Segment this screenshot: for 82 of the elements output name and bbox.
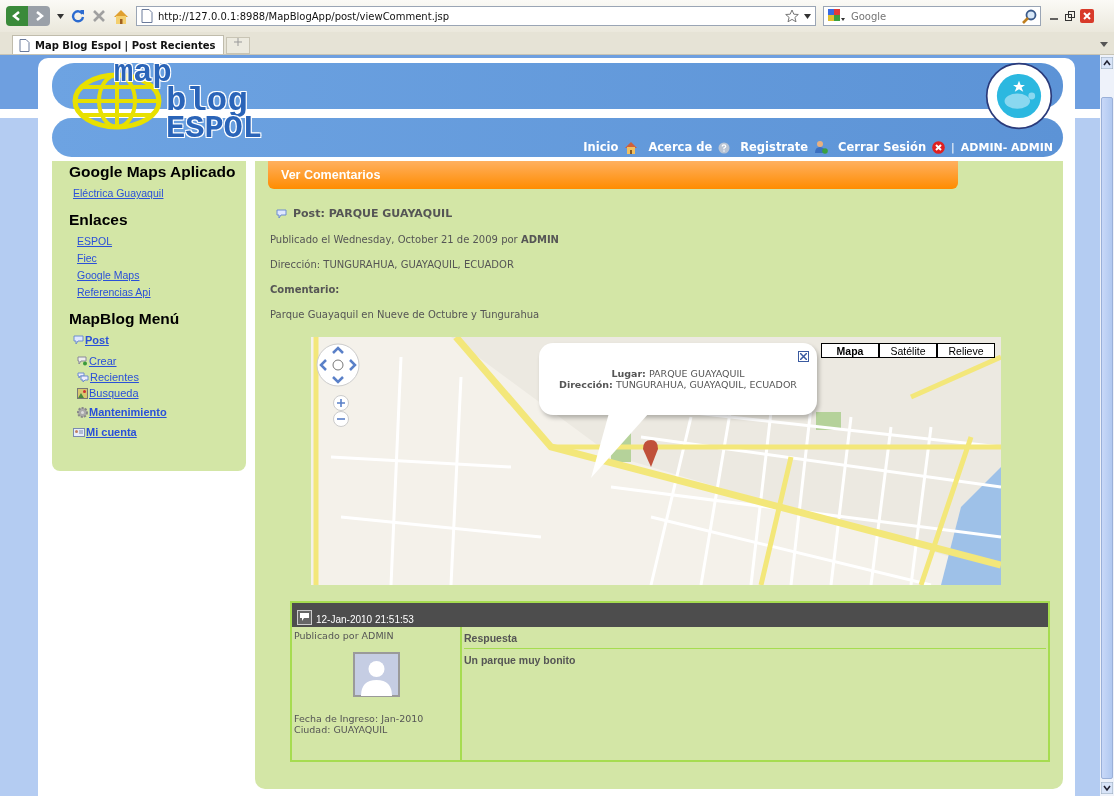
reply-heading: Respuesta bbox=[464, 627, 1046, 649]
restore-icon[interactable] bbox=[1064, 10, 1076, 22]
image-icon bbox=[77, 387, 88, 399]
user-name: ADMIN- ADMIN bbox=[960, 141, 1053, 154]
scroll-thumb[interactable] bbox=[1101, 97, 1113, 779]
sidebar-link[interactable]: Mi cuenta bbox=[73, 426, 137, 438]
search-icon[interactable] bbox=[1022, 8, 1037, 24]
sidebar-link[interactable]: Busqueda bbox=[77, 387, 139, 399]
avatar-icon bbox=[352, 652, 400, 697]
gear-icon bbox=[77, 406, 88, 418]
speech-bubble-icon bbox=[77, 356, 88, 366]
comment-timestamp: 12-Jan-2010 21:51:53 bbox=[316, 614, 414, 625]
speech-bubble-icon bbox=[73, 335, 84, 345]
scroll-down-icon[interactable] bbox=[1101, 782, 1113, 794]
scrollbar[interactable] bbox=[1100, 55, 1114, 796]
comment-text: Parque Guayaquil en Nueve de Octubre y Tungurahua bbox=[270, 309, 541, 320]
sidebar-link[interactable]: ESPOL bbox=[77, 235, 113, 247]
map-type-button[interactable]: Satélite bbox=[879, 343, 937, 358]
id-card-icon bbox=[73, 427, 85, 437]
dropdown-icon[interactable] bbox=[57, 13, 64, 19]
plus-icon bbox=[234, 38, 242, 46]
map-type-button[interactable]: Relieve bbox=[937, 343, 995, 358]
search-engine-icon bbox=[827, 8, 845, 24]
join-date: Fecha de Ingreso: Jan-2010 bbox=[294, 713, 425, 724]
forward-button[interactable] bbox=[28, 6, 50, 26]
sidebar-link[interactable]: Referencias Api bbox=[77, 286, 151, 298]
sidebar-link[interactable]: Fiec bbox=[77, 252, 97, 264]
city-text: Ciudad: GUAYAQUIL bbox=[294, 724, 389, 735]
sidebar-link[interactable]: Recientes bbox=[77, 371, 139, 383]
reply-text: Un parque muy bonito bbox=[464, 653, 577, 666]
scroll-up-icon[interactable] bbox=[1101, 57, 1113, 69]
reload-icon[interactable] bbox=[71, 9, 85, 23]
search-bar[interactable]: Google bbox=[823, 6, 1041, 26]
home-icon bbox=[624, 141, 639, 154]
pan-control-icon[interactable] bbox=[315, 342, 361, 388]
close-icon bbox=[932, 141, 946, 154]
close-button[interactable] bbox=[798, 351, 809, 362]
address-field[interactable]: http://127.0.0.1:8988/MapBlogApp/post/viewComment.jsp bbox=[136, 6, 816, 26]
page-icon bbox=[141, 9, 153, 23]
stop-icon[interactable] bbox=[92, 9, 106, 23]
back-button[interactable] bbox=[6, 6, 28, 26]
post-title: Post: PARQUE GUAYAQUIL bbox=[293, 207, 453, 220]
nav-link[interactable]: Registrate bbox=[740, 140, 809, 154]
info-text: Lugar: PARQUE GUAYAQUIL bbox=[611, 368, 745, 379]
minus-icon bbox=[337, 415, 345, 423]
user-add-icon bbox=[814, 140, 829, 154]
tab-list-icon[interactable] bbox=[1100, 42, 1108, 47]
seal-icon bbox=[985, 62, 1053, 130]
section-title: Ver Comentarios bbox=[281, 168, 381, 182]
arrow-right-icon bbox=[34, 11, 44, 21]
sidebar-link[interactable]: Crear bbox=[77, 355, 117, 367]
close-icon bbox=[800, 353, 807, 360]
plus-icon bbox=[337, 399, 345, 407]
sidebar-heading: Google Maps Aplicado bbox=[69, 163, 237, 181]
sidebar-link[interactable]: Post bbox=[73, 334, 109, 346]
sidebar-heading: Enlaces bbox=[69, 211, 129, 229]
sidebar-link[interactable]: Mantenimiento bbox=[77, 406, 167, 418]
published-text: Publicado el Wednesday, October 21 de 2009 por ADMIN bbox=[270, 234, 560, 245]
close-icon[interactable] bbox=[1080, 9, 1094, 23]
speech-bubble-icon bbox=[297, 610, 312, 625]
nav-link[interactable]: Cerrar Sesión bbox=[838, 140, 927, 154]
nav-link[interactable]: Inicio bbox=[583, 140, 619, 154]
speech-bubbles-icon bbox=[77, 372, 89, 382]
sidebar-link[interactable]: Google Maps bbox=[77, 269, 140, 281]
sidebar-link[interactable]: Eléctrica Guayaquil bbox=[73, 187, 164, 199]
map-type-button[interactable]: Mapa bbox=[821, 343, 879, 358]
sidebar-heading: MapBlog Menú bbox=[69, 310, 181, 328]
help-icon bbox=[718, 142, 731, 154]
browser-tab[interactable]: Map Blog Espol | Post Recientes bbox=[12, 35, 224, 54]
page-icon bbox=[19, 38, 30, 52]
comment-author: Publicado por ADMIN bbox=[294, 630, 395, 641]
info-text: Dirección: TUNGURAHUA, GUAYAQUIL, ECUADOR bbox=[559, 379, 797, 390]
star-icon[interactable] bbox=[785, 9, 799, 23]
dropdown-icon[interactable] bbox=[804, 13, 811, 19]
home-icon[interactable] bbox=[113, 8, 129, 24]
arrow-left-icon bbox=[12, 11, 22, 21]
comment-label: Comentario: bbox=[270, 284, 341, 295]
separator: | bbox=[951, 141, 955, 154]
address-text: Dirección: TUNGURAHUA, GUAYAQUIL, ECUADOR bbox=[270, 259, 515, 270]
logo-text: ESPOL bbox=[166, 115, 262, 143]
nav-link[interactable]: Acerca de bbox=[648, 140, 713, 154]
speech-bubble-icon bbox=[276, 208, 287, 219]
